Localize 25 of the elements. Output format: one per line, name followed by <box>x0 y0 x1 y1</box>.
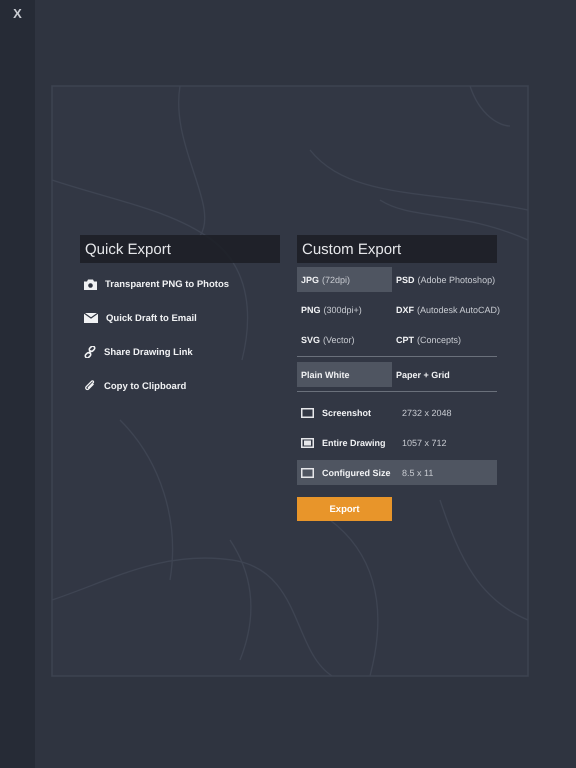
format-option[interactable]: PSD (Adobe Photoshop) <box>392 267 497 292</box>
format-option[interactable]: CPT (Concepts) <box>392 327 497 352</box>
format-option[interactable]: JPG (72dpi) <box>297 267 392 292</box>
section-title: Custom Export <box>297 235 497 263</box>
link-icon <box>84 346 96 358</box>
format-option[interactable]: DXF (Autodesk AutoCAD) <box>392 297 497 322</box>
export-option[interactable]: Quick Draft to Email <box>80 301 280 335</box>
mail-icon <box>84 313 98 323</box>
camera-icon <box>84 278 97 290</box>
export-option[interactable]: Transparent PNG to Photos <box>80 267 280 301</box>
frame-icon <box>301 408 314 418</box>
export-option[interactable]: Share Drawing Link <box>80 335 280 369</box>
framed-page-icon <box>301 438 314 448</box>
background-option[interactable]: Paper + Grid <box>392 362 497 387</box>
size-option[interactable]: Screenshot 2732 x 2048 <box>297 400 497 425</box>
paperclip-icon <box>84 380 96 392</box>
close-button[interactable]: X <box>9 4 26 23</box>
size-option[interactable]: Configured Size 8.5 x 11 <box>297 460 497 485</box>
frame-icon <box>301 468 314 478</box>
section-title: Quick Export <box>80 235 280 263</box>
background-option[interactable]: Plain White <box>297 362 392 387</box>
format-option[interactable]: SVG (Vector) <box>297 327 392 352</box>
format-option[interactable]: PNG (300dpi+) <box>297 297 392 322</box>
size-option[interactable]: Entire Drawing 1057 x 712 <box>297 430 497 455</box>
export-option[interactable]: Copy to Clipboard <box>80 369 280 403</box>
